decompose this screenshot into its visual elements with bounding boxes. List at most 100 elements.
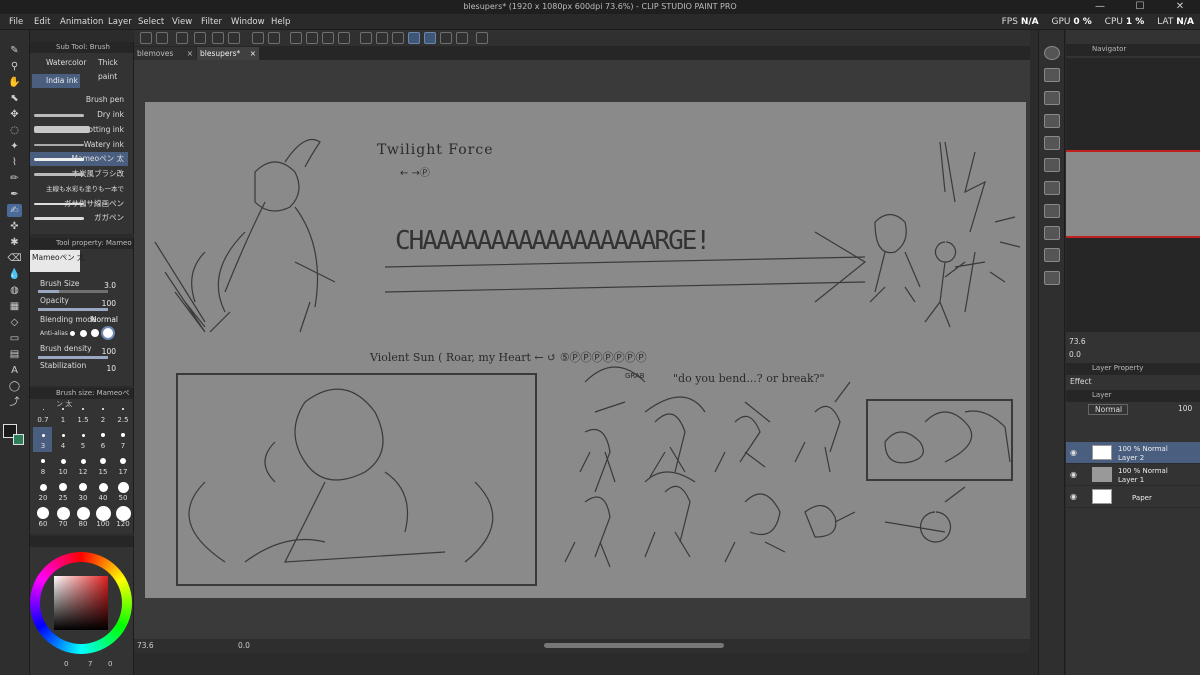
airbrush-tool-icon[interactable]: ✜	[7, 220, 22, 233]
opacity-slider[interactable]	[38, 308, 108, 311]
brush-size-cell[interactable]: 15	[93, 453, 112, 478]
brush-item[interactable]: ガサ伽サ線画ペン	[30, 197, 128, 211]
fill-icon[interactable]	[228, 32, 240, 44]
brush-size-cell[interactable]: 2	[93, 401, 112, 426]
brush-size-cell[interactable]: 8	[33, 453, 52, 478]
brush-item[interactable]: Wet blotting ink	[30, 123, 128, 137]
brush-size-slider[interactable]	[38, 290, 108, 293]
snap-ruler-icon[interactable]	[408, 32, 420, 44]
pen-tool-icon[interactable]: ✎	[7, 44, 22, 57]
menu-filter[interactable]: Filter	[201, 14, 222, 30]
visibility-icon[interactable]: ◉	[1070, 470, 1077, 479]
menu-file[interactable]: File	[9, 14, 23, 30]
navigator-thumbnail[interactable]	[1066, 150, 1200, 238]
auto-select-icon[interactable]: ✦	[7, 140, 22, 153]
material-icon[interactable]	[1044, 114, 1060, 128]
maximize-button[interactable]: ☐	[1120, 0, 1160, 14]
brush-density-slider[interactable]	[38, 356, 108, 359]
tab-watercolor[interactable]: Watercolor	[32, 56, 86, 70]
hamburger-menu-icon[interactable]	[140, 32, 152, 44]
anti-alias-weak[interactable]	[80, 330, 87, 337]
snap-special-ruler-icon[interactable]	[424, 32, 436, 44]
blend-tool-icon[interactable]: 💧	[7, 268, 22, 281]
gradient-tool-icon[interactable]: ▦	[7, 300, 22, 313]
brush-size-cell[interactable]: 120	[113, 505, 132, 530]
saturation-value-square[interactable]	[54, 576, 108, 630]
frame-tool-icon[interactable]: ▭	[7, 332, 22, 345]
undo-icon[interactable]	[252, 32, 264, 44]
brush-size-cell[interactable]: 60	[33, 505, 52, 530]
tab-india-ink[interactable]: India ink	[32, 74, 80, 88]
brush-size-value[interactable]: 3.0	[92, 281, 116, 290]
horizontal-scrollbar[interactable]	[544, 643, 724, 648]
ruler-tool-icon[interactable]: ▤	[7, 348, 22, 361]
tab-blemoves[interactable]: blemoves ×	[134, 47, 196, 60]
brush-size-cell[interactable]: 70	[53, 505, 72, 530]
brush-item[interactable]: 木炭風ブラシ改	[30, 167, 128, 181]
brush-size-cell[interactable]: 40	[93, 479, 112, 504]
brush-size-cell[interactable]: 2.5	[113, 401, 132, 426]
swatch-icon[interactable]	[360, 32, 372, 44]
redo-icon[interactable]	[268, 32, 280, 44]
scale-icon[interactable]	[338, 32, 350, 44]
brush-size-cell[interactable]: 1	[53, 401, 72, 426]
eraser-tool-icon[interactable]: ⌫	[7, 252, 22, 265]
phone-icon[interactable]	[456, 32, 468, 44]
select-all-icon[interactable]	[306, 32, 318, 44]
menu-help[interactable]: Help	[271, 14, 290, 30]
material-icon[interactable]	[1044, 248, 1060, 262]
brush-item[interactable]: ガガペン	[30, 211, 128, 225]
material-icon[interactable]	[1044, 271, 1060, 285]
stabilization-value[interactable]: 10	[92, 364, 116, 373]
fill-tool-icon[interactable]: ◍	[7, 284, 22, 297]
zoom-tool-icon[interactable]: ⚲	[7, 60, 22, 73]
balloon-tool-icon[interactable]: ◯	[7, 380, 22, 393]
brush-size-cell[interactable]: 5	[73, 427, 92, 452]
anti-alias-medium[interactable]	[91, 329, 99, 337]
correct-line-icon[interactable]: ⤴	[7, 396, 22, 409]
lasso-tool-icon[interactable]: ◌	[7, 124, 22, 137]
material-icon[interactable]	[1044, 226, 1060, 240]
menu-select[interactable]: Select	[138, 14, 164, 30]
snap-grid-icon[interactable]	[440, 32, 452, 44]
brush-item[interactable]: Dry ink	[30, 108, 128, 122]
brush-item[interactable]: 主線も水彩も塗りも一本で	[30, 182, 128, 196]
canvas-paper[interactable]: Twilight Force ← →Ⓟ CHAAAAAAAAAAAAAAAAAR…	[145, 102, 1026, 598]
menu-layer[interactable]: Layer	[108, 14, 132, 30]
fill-white-icon[interactable]	[392, 32, 404, 44]
tab-close-icon[interactable]: ×	[250, 47, 256, 60]
brush-item[interactable]: Brush pen	[30, 93, 128, 107]
close-button[interactable]: ✕	[1160, 0, 1200, 14]
brush-size-cell[interactable]: 25	[53, 479, 72, 504]
menu-edit[interactable]: Edit	[34, 14, 50, 30]
tab-thick-paint[interactable]: Thick paint	[84, 56, 134, 81]
tab-blesupers[interactable]: blesupers* ×	[197, 47, 259, 60]
material-icon[interactable]	[1044, 91, 1060, 105]
brush-tool-icon[interactable]: ✍	[7, 204, 22, 217]
sub-color-swatch[interactable]	[13, 434, 24, 445]
layer-blend-mode[interactable]: Normal	[1088, 404, 1128, 415]
layer-row-1[interactable]: ◉ 100 % Normal Layer 1	[1066, 464, 1200, 486]
transform-icon[interactable]	[322, 32, 334, 44]
text-tool-icon[interactable]: A	[7, 364, 22, 377]
brush-size-cell[interactable]: 50	[113, 479, 132, 504]
zoom-value[interactable]: 73.6	[137, 639, 154, 653]
material-icon[interactable]	[1044, 68, 1060, 82]
save-icon[interactable]	[176, 32, 188, 44]
minimize-button[interactable]: —	[1080, 0, 1120, 14]
material-icon[interactable]	[1044, 158, 1060, 172]
fill-black-icon[interactable]	[376, 32, 388, 44]
angle-value[interactable]: 0.0	[238, 639, 250, 653]
brush-size-cell[interactable]: 6	[93, 427, 112, 452]
move-tool-icon[interactable]: ✥	[7, 108, 22, 121]
layer-row-2[interactable]: ◉ 100 % Normal Layer 2	[1066, 442, 1200, 464]
brush-size-cell[interactable]: 0.7	[33, 401, 52, 426]
navigator-angle[interactable]: 0.0	[1069, 350, 1081, 359]
brush-size-cell[interactable]: 100	[93, 505, 112, 530]
brush-size-cell[interactable]: 80	[73, 505, 92, 530]
brush-size-cell[interactable]: 17	[113, 453, 132, 478]
decoration-tool-icon[interactable]: ✱	[7, 236, 22, 249]
material-icon[interactable]	[1044, 181, 1060, 195]
g-pen-tool-icon[interactable]: ✒	[7, 188, 22, 201]
layer-row-paper[interactable]: ◉ Paper	[1066, 486, 1200, 508]
